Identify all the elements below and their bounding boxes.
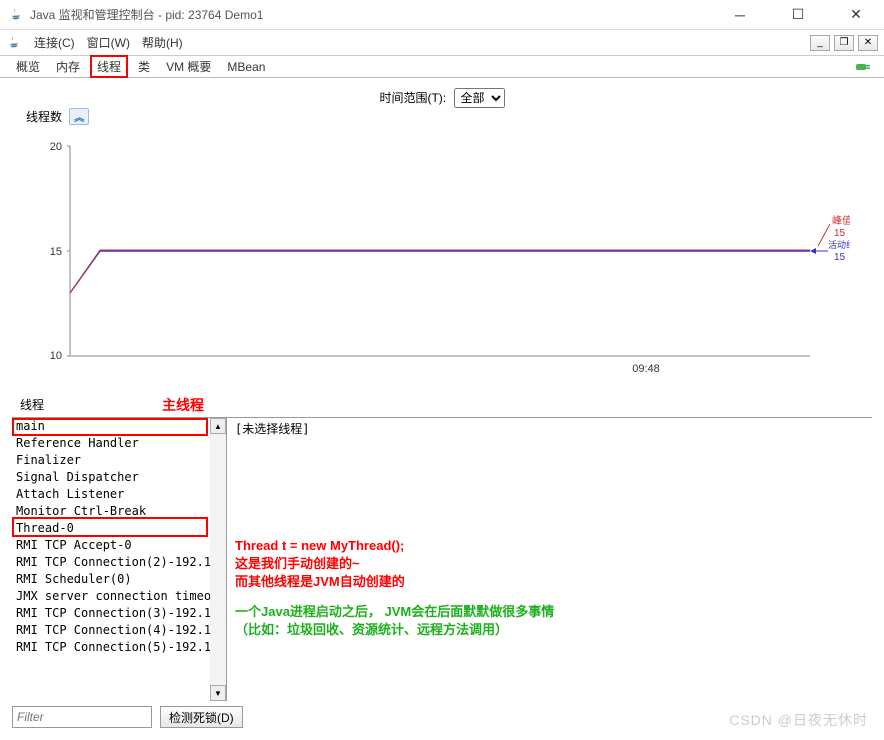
tab-threads[interactable]: 线程: [90, 55, 128, 78]
mdi-close-button[interactable]: ✕: [858, 35, 878, 51]
thread-list-tab[interactable]: 线程: [12, 394, 52, 415]
watermark: CSDN @日夜无休时: [729, 710, 868, 730]
svg-text:20: 20: [50, 141, 62, 153]
menu-help[interactable]: 帮助(H): [136, 32, 189, 53]
scroll-up-button[interactable]: ▲: [210, 418, 226, 434]
thread-list-scrollbar[interactable]: ▲ ▼: [210, 418, 226, 701]
detect-deadlock-button[interactable]: 检测死锁(D): [160, 706, 243, 728]
tab-overview[interactable]: 概览: [10, 56, 46, 77]
annotation-green-2: （比如：垃圾回收、资源统计、远程方法调用）: [235, 621, 864, 639]
list-item[interactable]: Reference Handler: [12, 435, 210, 452]
time-range-row: 时间范围(T): 全部: [10, 88, 874, 108]
list-item[interactable]: RMI Scheduler(0): [12, 571, 210, 588]
thread-list[interactable]: main Reference Handler Finalizer Signal …: [12, 418, 210, 701]
svg-text:10: 10: [50, 350, 62, 362]
list-item[interactable]: RMI TCP Connection(3)-192.168.: [12, 605, 210, 622]
thread-count-chart: 20 15 10 09:48 峰值 15 活动线程 15: [40, 126, 850, 386]
annotation-red-3: 而其他线程是JVM自动创建的: [235, 573, 864, 591]
list-item[interactable]: RMI TCP Accept-0: [12, 537, 210, 554]
tab-vm[interactable]: VM 概要: [160, 56, 217, 77]
window-title: Java 监视和管理控制台 - pid: 23764 Demo1: [30, 6, 720, 23]
annotation-red-2: 这是我们手动创建的~: [235, 555, 864, 573]
menu-window[interactable]: 窗口(W): [81, 32, 136, 53]
scroll-down-button[interactable]: ▼: [210, 685, 226, 701]
main-tabs: 概览 内存 线程 类 VM 概要 MBean: [0, 56, 884, 78]
svg-text:15: 15: [834, 252, 846, 263]
annotation-main-thread: 主线程: [162, 395, 204, 415]
list-item[interactable]: RMI TCP Connection(4)-192.168.: [12, 622, 210, 639]
list-item[interactable]: Finalizer: [12, 452, 210, 469]
annotation-green-1: 一个Java进程启动之后， JVM会在后面默默做很多事情: [235, 603, 864, 621]
svg-text:15: 15: [50, 246, 62, 258]
list-item[interactable]: Thread-0: [12, 520, 210, 537]
list-item[interactable]: Signal Dispatcher: [12, 469, 210, 486]
window-controls: ─ ☐ ✕: [720, 3, 876, 27]
thread-list-panel: 线程 主线程 main Reference Handler Finalizer …: [0, 394, 884, 701]
svg-text:活动线程: 活动线程: [828, 239, 850, 250]
java-icon: [8, 7, 24, 23]
list-item[interactable]: RMI TCP Connection(5)-192.168.: [12, 639, 210, 656]
minimize-button[interactable]: ─: [720, 3, 760, 27]
list-item[interactable]: Monitor Ctrl-Break: [12, 503, 210, 520]
menubar: 连接(C) 窗口(W) 帮助(H) _ ❐ ✕: [0, 30, 884, 56]
thread-detail-empty: [未选择线程]: [235, 420, 864, 437]
svg-text:15: 15: [834, 228, 846, 239]
window-title-bar: Java 监视和管理控制台 - pid: 23764 Demo1 ─ ☐ ✕: [0, 0, 884, 30]
time-range-label: 时间范围(T):: [379, 91, 446, 105]
java-icon-small: [6, 35, 22, 51]
connection-status-icon: [854, 60, 874, 74]
list-item[interactable]: JMX server connection timeout: [12, 588, 210, 605]
list-item[interactable]: RMI TCP Connection(2)-192.168.: [12, 554, 210, 571]
thread-filter-input[interactable]: [12, 706, 152, 728]
tab-classes[interactable]: 类: [132, 56, 156, 77]
annotation-red-1: Thread t = new MyThread();: [235, 537, 864, 555]
menu-connect[interactable]: 连接(C): [28, 32, 81, 53]
time-range-select[interactable]: 全部: [454, 88, 505, 108]
mdi-restore-button[interactable]: ❐: [834, 35, 854, 51]
filter-bar: 检测死锁(D): [12, 706, 243, 728]
tab-mbean[interactable]: MBean: [221, 58, 271, 76]
mdi-window-controls: _ ❐ ✕: [810, 35, 878, 51]
tab-memory[interactable]: 内存: [50, 56, 86, 77]
list-item[interactable]: Attach Listener: [12, 486, 210, 503]
list-item[interactable]: main: [12, 418, 210, 435]
mdi-minimize-button[interactable]: _: [810, 35, 830, 51]
chart-x-tick: 09:48: [632, 363, 660, 375]
svg-text:峰值: 峰值: [832, 214, 850, 227]
close-button[interactable]: ✕: [836, 3, 876, 27]
maximize-button[interactable]: ☐: [778, 3, 818, 27]
thread-count-chart-panel: 线程数 ︽ 20 15 10 09:48: [10, 116, 874, 386]
thread-detail-panel: [未选择线程] Thread t = new MyThread(); 这是我们手…: [226, 418, 872, 701]
